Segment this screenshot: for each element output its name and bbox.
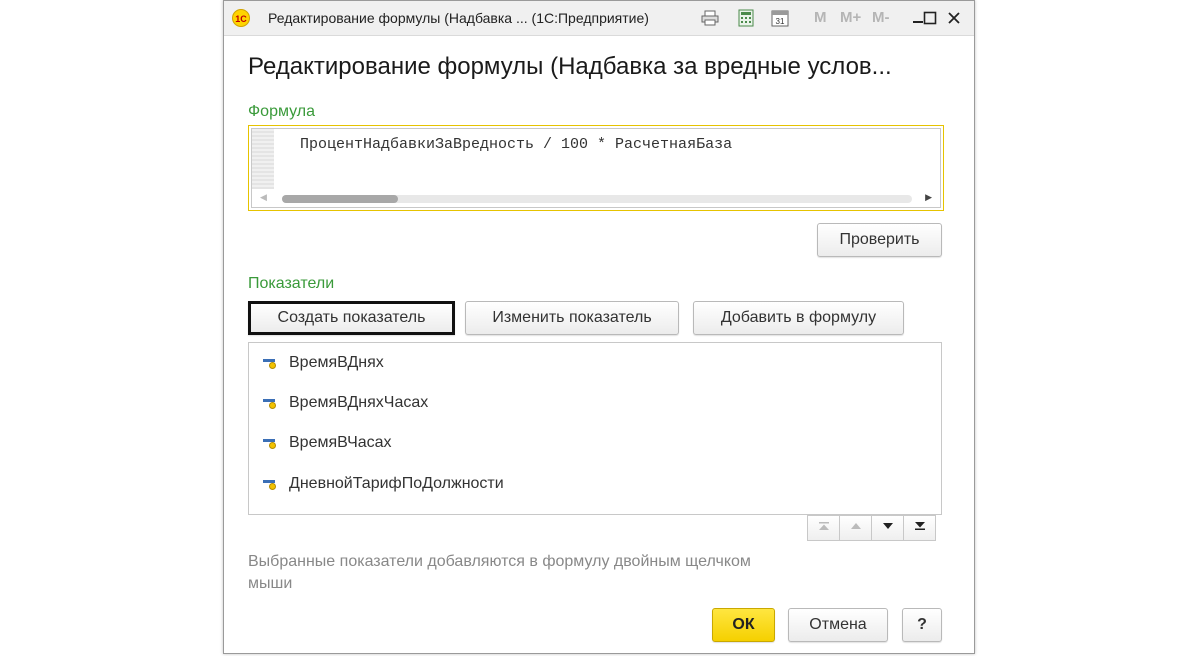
- list-item-label: ВремяВЧасах: [289, 434, 392, 451]
- memory-m-button[interactable]: M: [814, 9, 827, 26]
- list-item[interactable]: ДневнойТарифПоДолжности: [263, 473, 504, 495]
- print-icon[interactable]: [700, 8, 720, 28]
- form-title: Редактирование формулы (Надбавка за вред…: [248, 53, 892, 80]
- hint-text: Выбранные показатели добавляются в форму…: [248, 553, 751, 592]
- list-item-label: ВремяВДняхЧасах: [289, 394, 429, 411]
- close-icon[interactable]: [944, 8, 964, 28]
- list-navigation: [807, 515, 936, 541]
- indicator-icon: [263, 436, 277, 450]
- list-item[interactable]: ВремяВЧасах: [263, 432, 392, 454]
- calendar-icon[interactable]: 31: [770, 8, 790, 28]
- cancel-button[interactable]: Отмена: [788, 608, 888, 642]
- create-indicator-button[interactable]: Создать показатель: [248, 301, 455, 335]
- list-item[interactable]: ВремяВДнях: [263, 352, 384, 374]
- formula-text[interactable]: ПроцентНадбавкиЗаВредность / 100 * Расче…: [300, 136, 732, 153]
- indicator-icon: [263, 477, 277, 491]
- memory-plus-button[interactable]: M+: [840, 9, 861, 26]
- calendar-day: 31: [776, 17, 785, 26]
- list-item-label: ДневнойТарифПоДолжности: [289, 475, 504, 492]
- ok-button[interactable]: ОК: [712, 608, 775, 642]
- edit-indicator-button[interactable]: Изменить показатель: [465, 301, 679, 335]
- scroll-track[interactable]: [282, 195, 912, 203]
- formula-editor[interactable]: ПроцентНадбавкиЗаВредность / 100 * Расче…: [251, 128, 941, 208]
- window-title: Редактирование формулы (Надбавка ... (1С…: [268, 10, 649, 26]
- add-to-formula-button[interactable]: Добавить в формулу: [693, 301, 904, 335]
- scroll-left-icon[interactable]: ◀: [260, 192, 267, 203]
- list-item[interactable]: ВремяВДняхЧасах: [263, 392, 428, 414]
- line-gutter: [252, 129, 274, 191]
- check-button[interactable]: Проверить: [817, 223, 942, 257]
- indicators-label: Показатели: [248, 275, 335, 292]
- indicators-list[interactable]: ВремяВДнях ВремяВДняхЧасах ВремяВЧасах Д…: [248, 342, 942, 515]
- app-logo-icon: 1С: [232, 9, 250, 27]
- memory-minus-button[interactable]: M-: [872, 9, 890, 26]
- horizontal-scrollbar[interactable]: ◀ ▶: [252, 189, 940, 207]
- calculator-icon[interactable]: [736, 8, 756, 28]
- indicator-icon: [263, 356, 277, 370]
- move-down-icon[interactable]: [871, 515, 904, 541]
- scroll-thumb[interactable]: [282, 195, 398, 203]
- list-item-label: ВремяВДнях: [289, 354, 384, 371]
- move-up-icon[interactable]: [839, 515, 872, 541]
- move-first-icon[interactable]: [807, 515, 840, 541]
- maximize-icon[interactable]: [920, 8, 940, 28]
- move-last-icon[interactable]: [903, 515, 936, 541]
- indicator-icon: [263, 396, 277, 410]
- title-bar: 1С Редактирование формулы (Надбавка ... …: [224, 1, 974, 36]
- formula-field[interactable]: ПроцентНадбавкиЗаВредность / 100 * Расче…: [248, 125, 944, 211]
- scroll-right-icon[interactable]: ▶: [925, 192, 932, 203]
- help-button[interactable]: ?: [902, 608, 942, 642]
- formula-label: Формула: [248, 103, 316, 120]
- formula-editor-window: 1С Редактирование формулы (Надбавка ... …: [223, 0, 975, 654]
